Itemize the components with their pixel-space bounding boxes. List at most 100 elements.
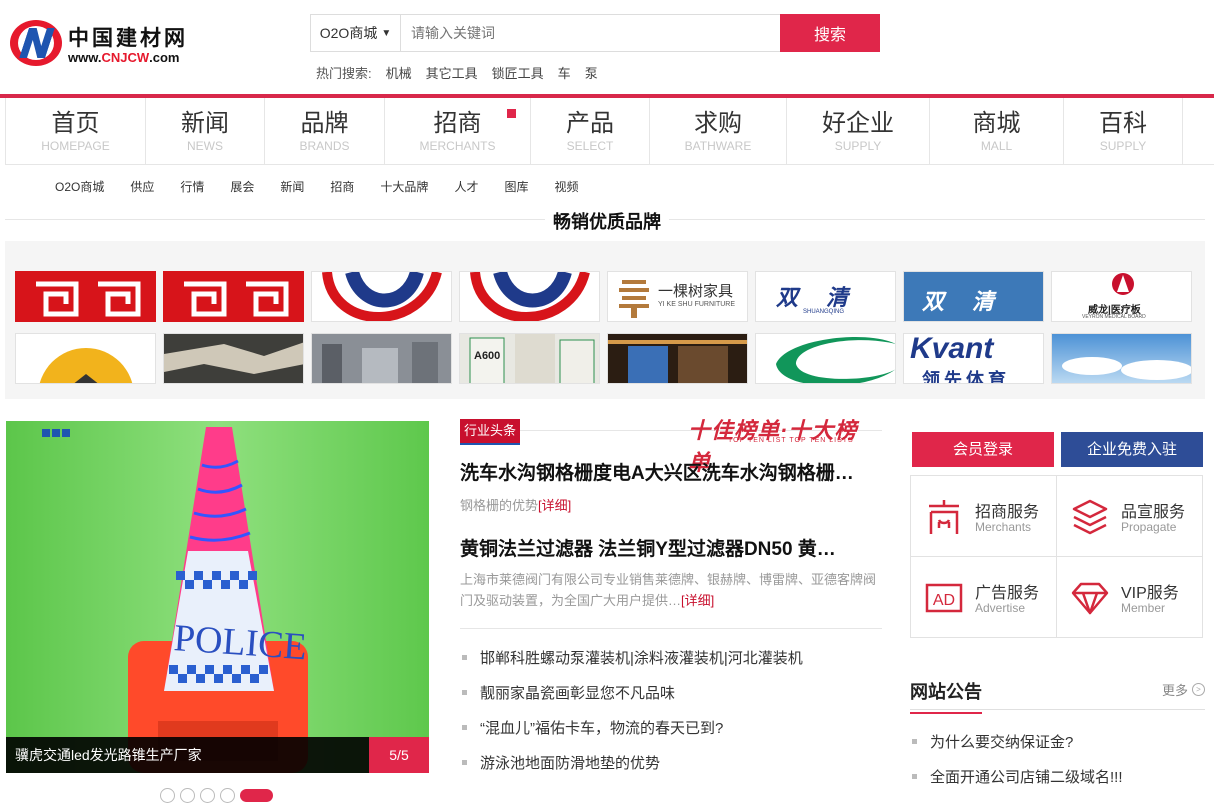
service-vip[interactable]: VIP服务 Member	[1057, 557, 1203, 638]
news-summary: 钢格栅的优势[详细]	[460, 498, 572, 513]
enterprise-join-button[interactable]: 企业免费入驻	[1061, 432, 1203, 467]
top-ten-banner[interactable]: 十佳榜单·十大榜单 TOP TEN LIST TOP TEN LISTS	[688, 413, 878, 475]
brand-photo-tile[interactable]	[1051, 333, 1192, 384]
subnav-item[interactable]: 展会	[230, 178, 254, 195]
brand-logo-subtext: SHUANGQING	[803, 309, 845, 315]
hot-search-term[interactable]: 机械	[386, 63, 412, 82]
layers-icon	[1072, 499, 1108, 535]
pattern-logo-icon	[184, 281, 289, 317]
hot-search-term[interactable]: 其它工具	[426, 63, 478, 82]
news-list-item[interactable]: 游泳池地面防滑地垫的优势	[462, 752, 660, 773]
brand-photo-tile[interactable]: A600	[459, 333, 600, 384]
slider-dot[interactable]	[220, 788, 235, 803]
slider-dot-active[interactable]	[240, 789, 273, 802]
hot-search-term[interactable]: 车	[558, 63, 571, 82]
site-logo[interactable]: 中国建材网 www.CNJCW.com	[10, 18, 200, 70]
product-photo	[608, 334, 747, 383]
ad-icon: AD	[925, 583, 963, 613]
search-bar: O2O商城▼ 搜索	[310, 14, 880, 52]
news-headline[interactable]: 黄铜法兰过滤器 法兰铜Y型过滤器DN50 黄…	[460, 534, 880, 561]
notice-more-link[interactable]: 更多 >	[1162, 680, 1205, 699]
slider-dot[interactable]	[160, 788, 175, 803]
subnav-item[interactable]: 招商	[330, 178, 354, 195]
swoosh-logo-icon	[776, 336, 895, 383]
brand-logo-tile[interactable]	[459, 271, 600, 322]
notice-title: 网站公告	[910, 678, 982, 714]
news-list-item[interactable]: “混血儿”福佑卡车，物流的春天已到?	[462, 717, 723, 738]
product-photo	[164, 334, 303, 383]
logo-title: 中国建材网	[68, 27, 188, 50]
hero-slider[interactable]: POLICE 骥虎交通led发光路锥生产厂家 5/5	[6, 421, 429, 773]
slider-caption[interactable]: 骥虎交通led发光路锥生产厂家	[6, 737, 429, 773]
notice-item[interactable]: 全面开通公司店铺二级域名!!!	[912, 766, 1123, 787]
brand-logo-tile[interactable]: 一棵树家具 YI KE SHU FURNITURE	[607, 271, 748, 322]
nav-item-mall[interactable]: 商城 MALL	[929, 98, 1063, 164]
brand-logo-tile[interactable]: 威龙|医疗板 VEYRON MEDICAL BOARD	[1051, 271, 1192, 322]
brand-logo-tile[interactable]	[163, 271, 304, 322]
brand-logo-tile[interactable]	[15, 271, 156, 322]
nav-item-buying[interactable]: 求购 BATHWARE	[649, 98, 786, 164]
brand-logo-subtext: 领先体育	[922, 370, 1010, 384]
product-photo	[312, 334, 451, 383]
swoosh-logo-icon	[470, 272, 590, 321]
hot-search-label: 热门搜索:	[316, 66, 372, 81]
brand-photo-tile[interactable]	[311, 333, 452, 384]
nav-item-news[interactable]: 新闻 NEWS	[145, 98, 264, 164]
subnav-item[interactable]: 行情	[180, 178, 204, 195]
news-list-item[interactable]: 邯郸科胜螺动泵灌装机|涂料液灌装机|河北灌装机	[462, 647, 803, 668]
brand-wall: 一棵树家具 YI KE SHU FURNITURE 双清 SHUANGQING …	[5, 241, 1205, 399]
brand-logo-tile[interactable]: 双清 SHUANGQING	[755, 271, 896, 322]
hot-search-term[interactable]: 泵	[585, 63, 598, 82]
subnav-item[interactable]: O2O商城	[55, 178, 104, 195]
service-advertise[interactable]: AD 广告服务 Advertise	[911, 557, 1057, 638]
subnav-item[interactable]: 视频	[554, 178, 578, 195]
brand-photo-tile[interactable]	[607, 333, 748, 384]
service-propagate[interactable]: 品宣服务 Propagate	[1057, 476, 1203, 557]
merchants-icon	[929, 500, 959, 534]
search-scope-select[interactable]: O2O商城 ▼	[311, 15, 401, 51]
subnav-item[interactable]: 新闻	[280, 178, 304, 195]
sub-nav: O2O商城 供应 行情 展会 新闻 招商 十大品牌 人才 图库 视频	[55, 178, 604, 195]
search-button[interactable]: 搜索	[780, 14, 880, 52]
detail-link[interactable]: [详细]	[681, 593, 714, 608]
notice-item[interactable]: 为什么要交纳保证金?	[912, 731, 1073, 752]
brand-logo-subtext: YI KE SHU FURNITURE	[658, 301, 736, 308]
brand-logo-tile[interactable]	[311, 271, 452, 322]
news-list-item[interactable]: 靓丽家晶瓷画彰显您不凡品味	[462, 682, 675, 703]
news-category-tag[interactable]: 行业头条	[460, 419, 520, 445]
hot-search-term[interactable]: 锁匠工具	[492, 63, 544, 82]
nav-item-enterprises[interactable]: 好企业 SUPPLY	[786, 98, 929, 164]
service-merchants[interactable]: 招商服务 Merchants	[911, 476, 1057, 557]
new-flag-icon	[507, 109, 516, 118]
tree-logo-icon	[619, 280, 649, 318]
hot-searches: 热门搜索: 机械 其它工具 锁匠工具 车 泵	[316, 63, 598, 82]
detail-link[interactable]: [详细]	[538, 498, 571, 513]
news-headline[interactable]: 洗车水沟钢格栅度电A大兴区洗车水沟钢格栅…	[460, 458, 880, 485]
search-input[interactable]	[401, 15, 780, 51]
nav-item-merchants[interactable]: 招商 MERCHANTS	[384, 98, 530, 164]
member-login-button[interactable]: 会员登录	[912, 432, 1054, 467]
svg-text:AD: AD	[933, 592, 955, 609]
brand-photo-tile[interactable]	[163, 333, 304, 384]
nav-item-brands[interactable]: 品牌 BRANDS	[264, 98, 384, 164]
slider-dot[interactable]	[200, 788, 215, 803]
nav-item-home[interactable]: 首页 HOMEPAGE	[5, 98, 145, 164]
brand-logo-tile[interactable]	[755, 333, 896, 384]
subnav-item[interactable]: 人才	[454, 178, 478, 195]
brand-logo-text: A600	[474, 350, 501, 362]
slider-dot[interactable]	[180, 788, 195, 803]
brand-logo-text: 双清	[776, 285, 877, 310]
nav-item-products[interactable]: 产品 SELECT	[530, 98, 649, 164]
brand-logo-tile[interactable]: Kvant 领先体育	[903, 333, 1044, 384]
notice-header: 网站公告 更多 >	[910, 676, 1205, 714]
subnav-item[interactable]: 供应	[130, 178, 154, 195]
subnav-item[interactable]: 图库	[504, 178, 528, 195]
pattern-logo-icon	[36, 281, 141, 317]
slider-dots	[160, 788, 273, 803]
subnav-item[interactable]: 十大品牌	[380, 178, 428, 195]
nav-item-wiki[interactable]: 百科 SUPPLY	[1063, 98, 1183, 164]
diamond-icon	[1071, 582, 1109, 615]
brand-logo-tile[interactable]	[15, 333, 156, 384]
brand-logo-tile[interactable]: 双清	[903, 271, 1044, 322]
main-nav: 首页 HOMEPAGE 新闻 NEWS 品牌 BRANDS 招商 MERCHANTS 产…	[5, 98, 1214, 165]
